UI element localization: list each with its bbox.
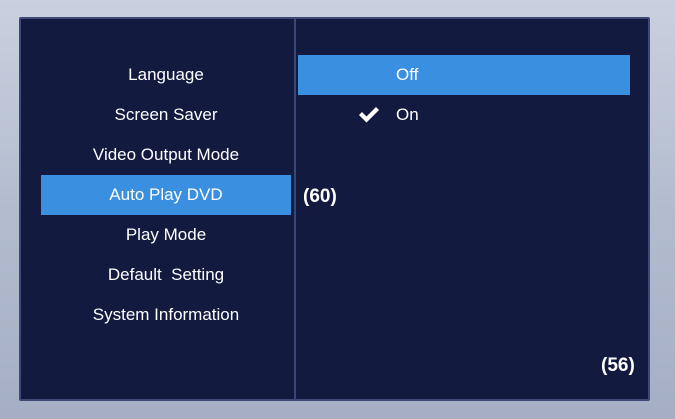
menu-item-video-output-mode[interactable]: Video Output Mode [41,135,291,175]
option-label: On [396,105,419,124]
settings-screen: Language Screen Saver Video Output Mode … [19,17,650,401]
option-off[interactable]: Off [298,55,630,95]
menu-item-auto-play-dvd[interactable]: Auto Play DVD [41,175,291,215]
menu-item-language[interactable]: Language [41,55,291,95]
option-label: Off [396,65,419,84]
menu-item-default-setting[interactable]: Default Setting [41,255,291,295]
menu-item-screen-saver[interactable]: Screen Saver [41,95,291,135]
marker-left: (60) [303,186,337,207]
settings-menu: Language Screen Saver Video Output Mode … [21,19,294,399]
marker-bottom-right: (56) [601,355,635,376]
option-on[interactable]: On [298,95,630,135]
menu-item-play-mode[interactable]: Play Mode [41,215,291,255]
checkmark-icon [359,107,379,123]
menu-item-system-information[interactable]: System Information [41,295,291,335]
options-panel: Off On [296,19,648,399]
